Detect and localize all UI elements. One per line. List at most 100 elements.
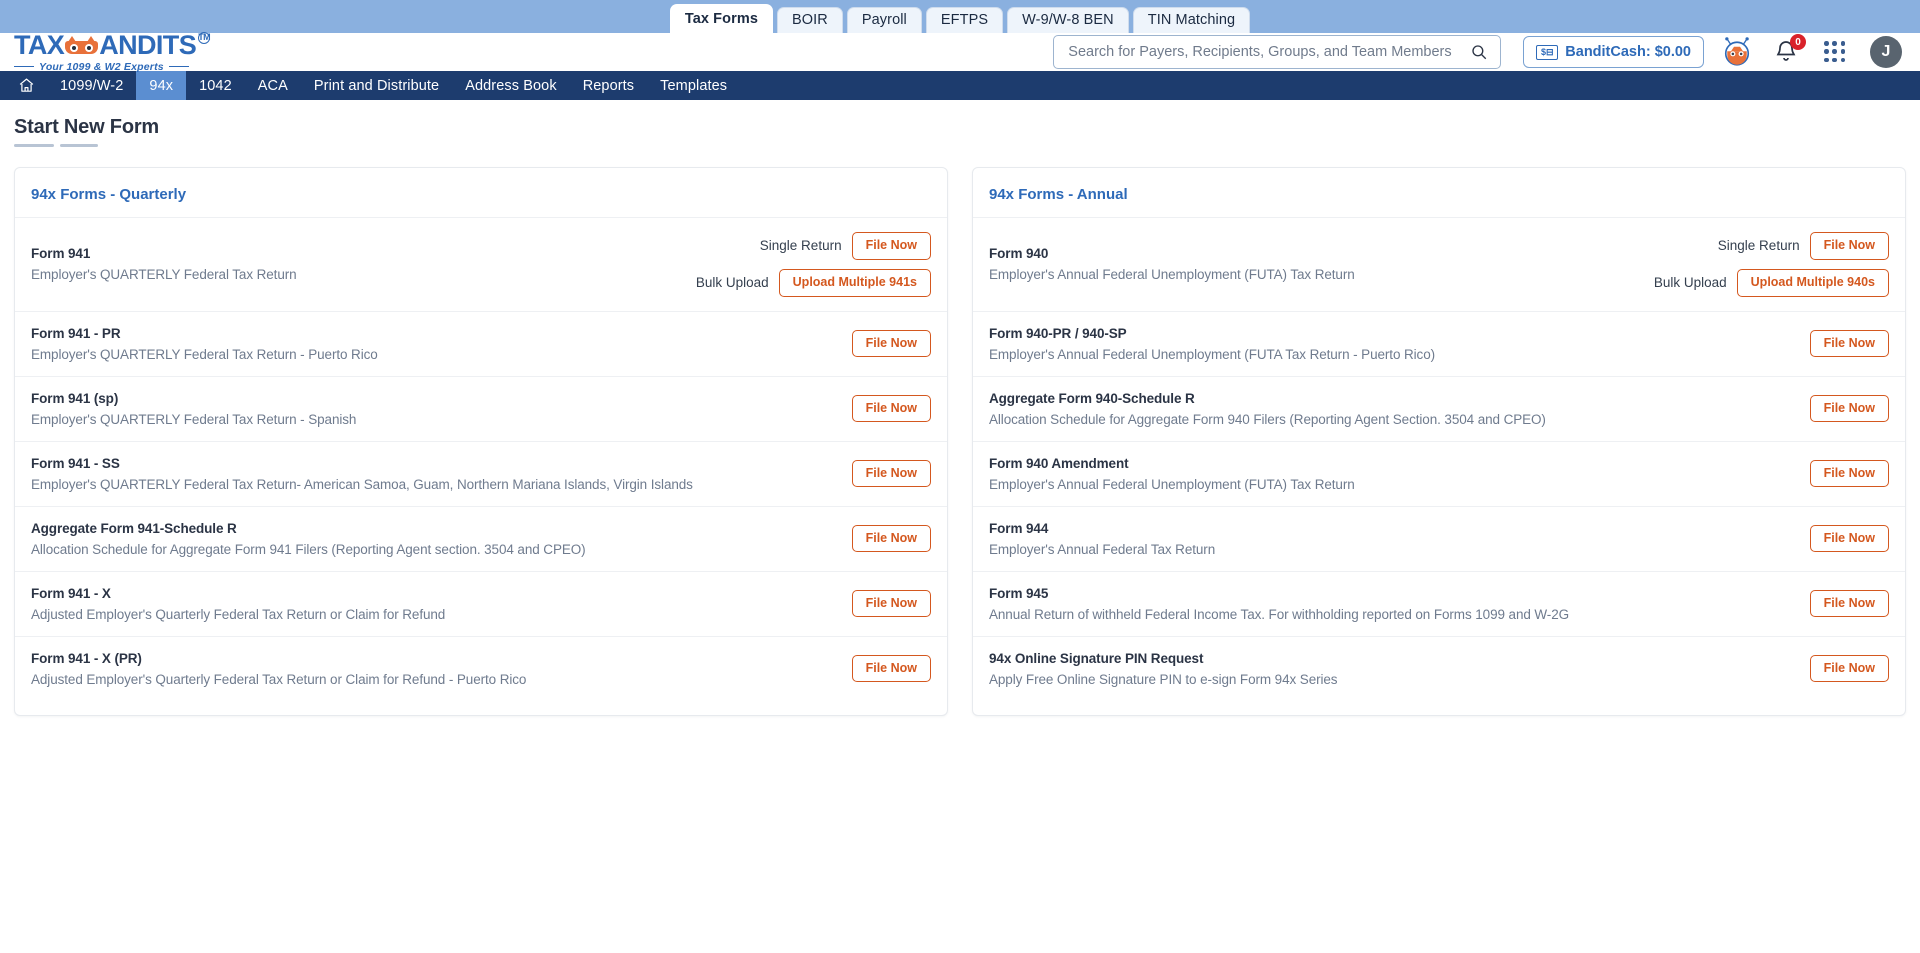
single-return-action: File Now	[1809, 394, 1889, 423]
tagline-text: Your 1099 & W2 Experts	[39, 60, 164, 73]
form-row-actions: File Now	[851, 459, 931, 488]
form-row: Form 945 Annual Return of withheld Federa…	[973, 570, 1905, 636]
cash-icon: $⊟	[1536, 44, 1559, 60]
product-tab-tax-forms[interactable]: Tax Forms	[669, 4, 773, 33]
form-name: Form 944	[989, 520, 1049, 536]
form-row-info: Form 941 (sp) Employer's QUARTERLY Federa…	[31, 391, 852, 427]
file-now-button[interactable]: File Now	[1809, 589, 1889, 618]
form-row-actions: File Now	[851, 524, 931, 553]
nav-templates[interactable]: Templates	[647, 71, 740, 100]
nav-home[interactable]	[8, 71, 47, 100]
file-now-button[interactable]: File Now	[851, 654, 931, 683]
bandit-bot-icon[interactable]	[1722, 37, 1752, 67]
upload-multiple-button[interactable]: Upload Multiple 940s	[1736, 268, 1889, 297]
form-row-actions: File Now	[851, 654, 931, 683]
single-return-action: File Now	[851, 589, 931, 618]
nav-print-and-distribute[interactable]: Print and Distribute	[301, 71, 452, 100]
single-return-action: File Now	[851, 524, 931, 553]
notifications-button[interactable]: 0	[1774, 34, 1806, 65]
nav-94x[interactable]: 94x	[136, 71, 187, 100]
upload-multiple-button[interactable]: Upload Multiple 941s	[778, 268, 931, 297]
single-return-action: Single Return File Now	[1718, 232, 1889, 260]
quarterly-forms-card: 94x Forms - Quarterly Form 941 Employer's…	[14, 167, 948, 716]
product-tab-boir[interactable]: BOIR	[777, 7, 843, 33]
nav-94x-label: 94x	[149, 77, 174, 94]
file-now-button[interactable]: File Now	[851, 394, 931, 423]
form-row-info: Form 941 - SS Employer's QUARTERLY Federa…	[31, 456, 852, 492]
file-now-button[interactable]: File Now	[851, 459, 931, 488]
form-row: Form 941 - PR Employer's QUARTERLY Federa…	[15, 310, 947, 376]
form-description: Annual Return of withheld Federal Income…	[989, 606, 1570, 622]
single-return-action: File Now	[1809, 329, 1889, 358]
file-now-button[interactable]: File Now	[1809, 459, 1889, 488]
product-tab-tin-matching[interactable]: TIN Matching	[1132, 7, 1251, 33]
nav-address-book-label: Address Book	[465, 77, 557, 94]
form-row-info: Form 941 - X Adjusted Employer's Quarterl…	[31, 586, 852, 622]
single-return-action: File Now	[851, 394, 931, 423]
form-row: 94x Online Signature PIN Request Apply Fr…	[973, 635, 1905, 701]
nav-reports[interactable]: Reports	[570, 71, 647, 100]
logo[interactable]: TAX ANDITS TM Your 1099 & W2 Experts	[14, 29, 211, 73]
product-tab-w-9-w-8-ben[interactable]: W-9/W-8 BEN	[1007, 7, 1129, 33]
product-tab-eftps[interactable]: EFTPS	[925, 7, 1004, 33]
apps-grid-icon[interactable]	[1824, 41, 1846, 63]
nav-aca[interactable]: ACA	[245, 71, 301, 100]
page-content: Start New Form 94x Forms - Quarterly For…	[0, 100, 1920, 716]
app-header: TAX ANDITS TM Your 1099 & W2 Experts $⊟ …	[0, 29, 1920, 73]
form-description: Employer's QUARTERLY Federal Tax Return-…	[31, 476, 693, 492]
form-row: Form 941 - X Adjusted Employer's Quarterl…	[15, 570, 947, 636]
nav-print-and-distribute-label: Print and Distribute	[313, 77, 440, 94]
form-row-info: Aggregate Form 940-Schedule R Allocation …	[989, 391, 1810, 427]
form-description: Adjusted Employer's Quarterly Federal Ta…	[31, 671, 527, 687]
forms-columns: 94x Forms - Quarterly Form 941 Employer's…	[14, 167, 1906, 716]
file-now-button[interactable]: File Now	[851, 232, 931, 260]
annual-forms-card: 94x Forms - Annual Form 940 Employer's An…	[972, 167, 1906, 716]
file-now-button[interactable]: File Now	[851, 589, 931, 618]
file-now-button[interactable]: File Now	[851, 329, 931, 358]
single-return-action: File Now	[1809, 459, 1889, 488]
form-description: Apply Free Online Signature PIN to e-sig…	[989, 671, 1338, 687]
form-row: Form 941 Employer's QUARTERLY Federal Tax…	[15, 217, 947, 311]
form-description: Employer's Annual Federal Unemployment (…	[989, 267, 1355, 283]
avatar[interactable]: J	[1870, 36, 1902, 68]
form-description: Allocation Schedule for Aggregate Form 9…	[989, 411, 1546, 427]
bandit-cash-button[interactable]: $⊟ BanditCash: $0.00	[1523, 36, 1704, 68]
nav-address-book[interactable]: Address Book	[452, 71, 569, 100]
file-now-button[interactable]: File Now	[1809, 329, 1889, 358]
form-description: Allocation Schedule for Aggregate Form 9…	[31, 541, 586, 557]
nav-1042[interactable]: 1042	[186, 71, 245, 100]
form-name: Form 941 - SS	[31, 455, 120, 471]
header-actions: $⊟ BanditCash: $0.00 0	[1053, 34, 1902, 69]
form-name: Form 940	[989, 246, 1049, 262]
single-return-action: Single Return File Now	[760, 232, 931, 260]
search-input[interactable]	[1068, 44, 1471, 60]
file-now-button[interactable]: File Now	[1809, 232, 1889, 260]
form-description: Employer's QUARTERLY Federal Tax Return	[31, 267, 297, 283]
single-return-action: File Now	[851, 329, 931, 358]
form-name: Form 945	[989, 585, 1049, 601]
annual-rows: Form 940 Employer's Annual Federal Unempl…	[973, 217, 1905, 701]
form-row-info: Form 940-PR / 940-SP Employer's Annual Fe…	[989, 326, 1810, 362]
nav-1099-w2[interactable]: 1099/W-2	[47, 71, 136, 100]
form-description: Employer's QUARTERLY Federal Tax Return …	[31, 411, 357, 427]
trademark-icon: TM	[198, 31, 211, 44]
form-row-info: Form 940 Employer's Annual Federal Unempl…	[989, 246, 1654, 282]
form-name: Aggregate Form 940-Schedule R	[989, 390, 1195, 406]
file-now-button[interactable]: File Now	[1809, 394, 1889, 423]
nav-1042-label: 1042	[199, 77, 232, 94]
search-box[interactable]	[1053, 35, 1502, 69]
file-now-button[interactable]: File Now	[1809, 524, 1889, 553]
file-now-button[interactable]: File Now	[1809, 654, 1889, 683]
single-return-label: Single Return	[759, 238, 842, 254]
bandit-mask-icon	[65, 35, 99, 54]
logo-tagline: Your 1099 & W2 Experts	[14, 61, 210, 73]
form-row-actions: File Now	[1809, 524, 1889, 553]
bulk-upload-action: Bulk Upload Upload Multiple 940s	[1654, 268, 1889, 297]
search-icon[interactable]	[1470, 43, 1488, 61]
logo-text-right: ANDITS	[99, 29, 197, 60]
product-tab-payroll[interactable]: Payroll	[846, 7, 922, 33]
page-title-underline	[14, 144, 1906, 147]
file-now-button[interactable]: File Now	[851, 524, 931, 553]
tagline-dash-right	[168, 65, 189, 68]
form-name: Form 941 - X	[31, 585, 111, 601]
